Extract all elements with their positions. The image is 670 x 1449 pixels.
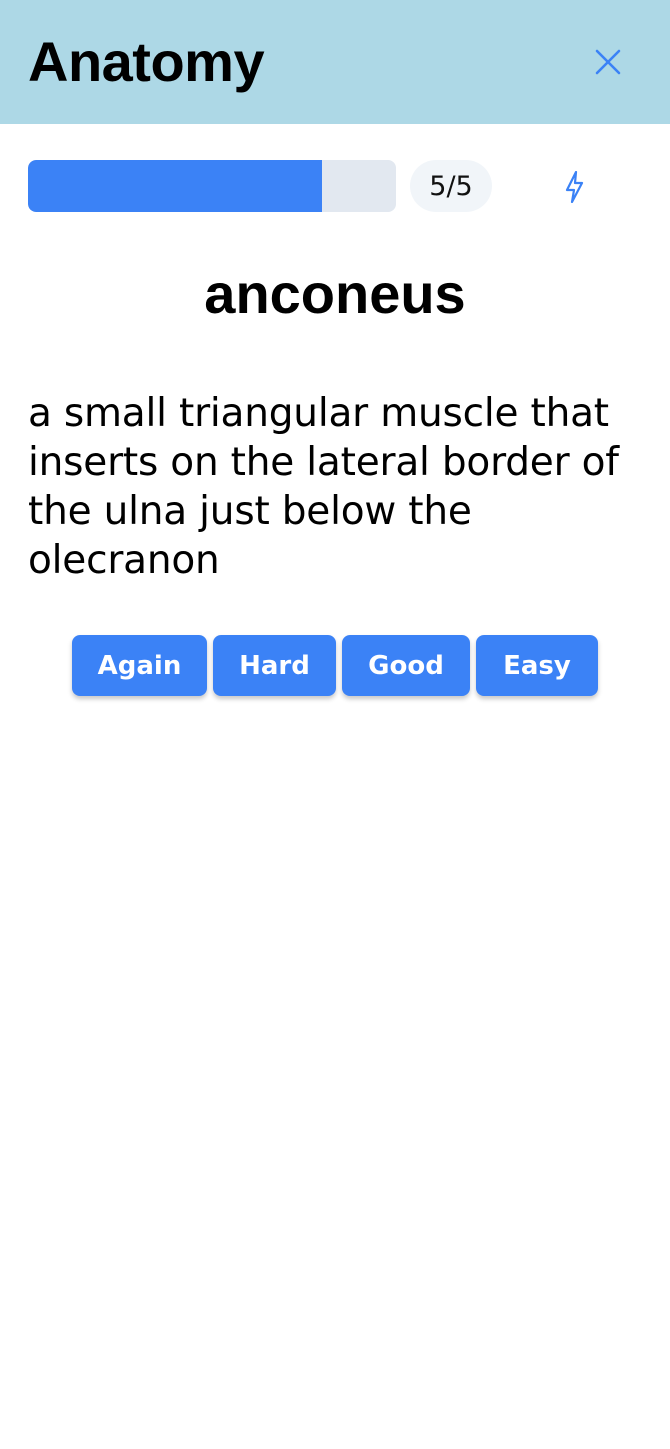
flashcard-app: Anatomy 5/5 anconeus a small triangular … [0,0,670,1449]
card-term: anconeus [204,262,466,325]
hard-button[interactable]: Hard [213,635,336,696]
card-definition: a small triangular muscle that inserts o… [28,391,619,583]
close-icon [595,49,621,75]
progress-bar [28,160,396,212]
good-button[interactable]: Good [342,635,470,696]
deck-title: Anatomy [28,30,265,93]
easy-button[interactable]: Easy [476,635,598,696]
rating-buttons: Again Hard Good Easy [0,635,670,696]
close-button[interactable] [585,39,631,85]
again-button[interactable]: Again [72,635,207,696]
lightning-bolt-icon [565,171,584,203]
progress-row: 5/5 [0,160,670,212]
bolt-button[interactable] [551,164,597,210]
header-bar: Anatomy [0,0,670,124]
card-counter: 5/5 [410,160,492,212]
progress-bar-fill [28,160,323,212]
